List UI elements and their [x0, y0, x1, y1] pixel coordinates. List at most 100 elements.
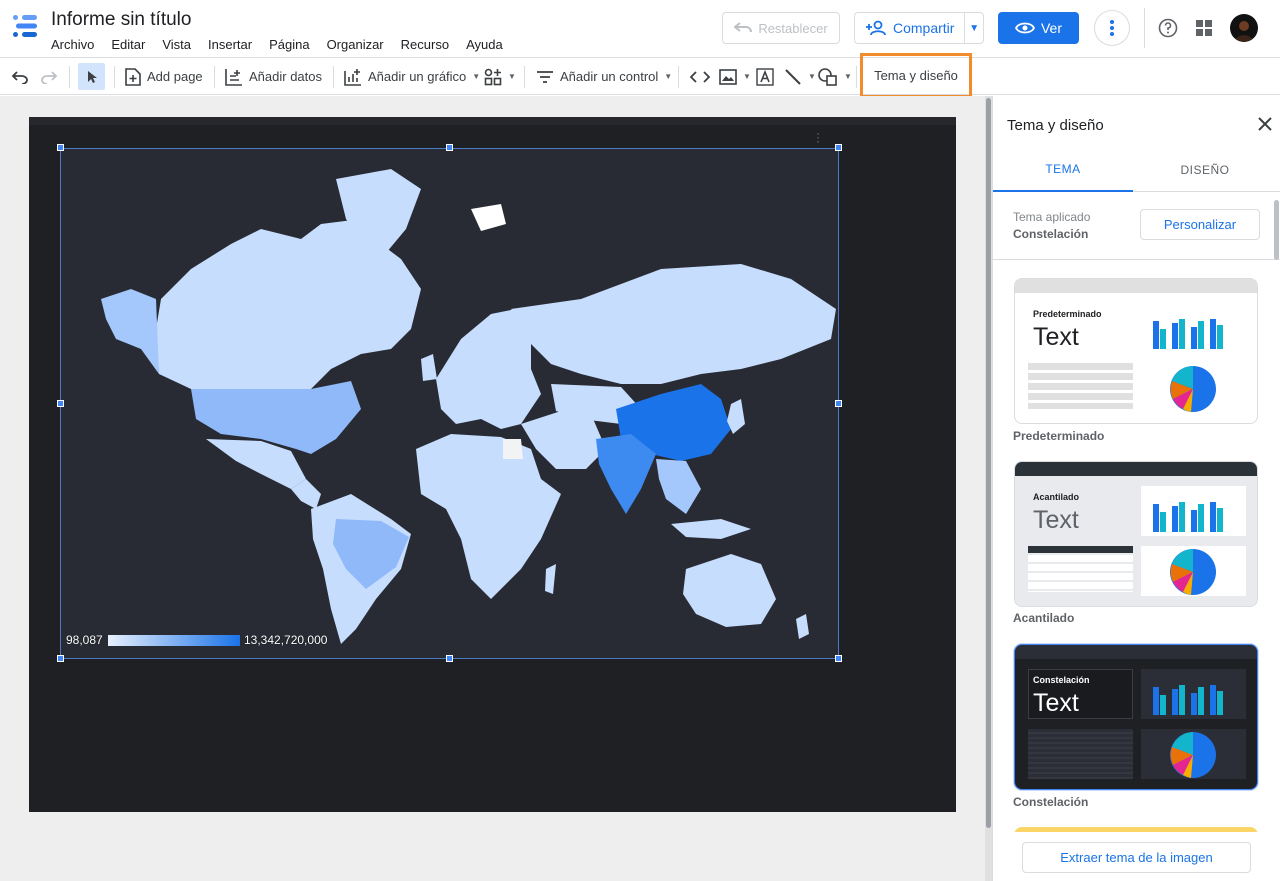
report-canvas[interactable]: · · · 98,087 13,342,720,000: [0, 96, 985, 881]
header-divider: [1144, 8, 1145, 48]
resize-handle[interactable]: [446, 655, 453, 662]
tab-diseno[interactable]: DISEÑO: [1135, 148, 1275, 192]
share-dropdown-icon[interactable]: ▼: [965, 23, 983, 34]
redo-icon: [41, 70, 58, 84]
view-label: Ver: [1040, 20, 1062, 36]
chart-menu-icon[interactable]: · · ·: [816, 127, 820, 147]
toolbar-divider: [333, 66, 334, 88]
resize-handle[interactable]: [446, 144, 453, 151]
customize-button[interactable]: Personalizar: [1140, 209, 1260, 240]
add-data-icon: [225, 68, 242, 86]
looker-studio-logo-icon[interactable]: [12, 14, 40, 38]
panel-title: Tema y diseño: [1007, 117, 1104, 134]
geo-map-chart[interactable]: [60, 148, 839, 659]
theme-card-header: [1015, 279, 1257, 293]
menu-recurso[interactable]: Recurso: [401, 37, 449, 52]
caret-down-icon: ▼: [844, 72, 852, 81]
menu-pagina[interactable]: Página: [269, 37, 309, 52]
theme-card-pie: [1170, 549, 1216, 595]
applied-theme-info: Tema aplicado Constelación: [1013, 209, 1090, 243]
add-data-button[interactable]: Añadir datos: [225, 58, 322, 95]
resize-handle[interactable]: [57, 400, 64, 407]
add-page-icon: [125, 67, 141, 86]
report-title[interactable]: Informe sin título: [51, 9, 191, 31]
menu-insertar[interactable]: Insertar: [208, 37, 252, 52]
redo-button[interactable]: [40, 58, 58, 95]
filter-icon: [537, 70, 553, 83]
panel-scrollbar-thumb[interactable]: [1274, 200, 1279, 260]
line-button[interactable]: ▼: [784, 58, 816, 95]
vertical-dots-icon: [1110, 20, 1114, 36]
theme-card-predeterminado[interactable]: Predeterminado Text: [1014, 278, 1258, 424]
map-region-madagascar: [545, 564, 556, 594]
add-chart-button[interactable]: Añadir un gráfico ▼: [344, 58, 480, 95]
resize-handle[interactable]: [57, 144, 64, 151]
share-main[interactable]: Compartir: [855, 13, 966, 43]
image-button[interactable]: ▼: [719, 58, 751, 95]
select-tool-button[interactable]: [78, 63, 105, 90]
toolbar-divider: [856, 66, 857, 88]
theme-card-acantilado[interactable]: Acantilado Text: [1014, 461, 1258, 607]
view-button[interactable]: Ver: [998, 12, 1079, 44]
map-region-southeast-asia: [656, 459, 701, 514]
share-button[interactable]: Compartir ▼: [854, 12, 984, 44]
add-page-button[interactable]: Add page: [125, 58, 203, 95]
theme-card-constelacion[interactable]: Constelación Text: [1014, 644, 1258, 790]
map-region-new-zealand: [796, 614, 809, 639]
theme-card-pie: [1170, 732, 1216, 778]
map-region-indonesia: [671, 519, 751, 539]
menu-ayuda[interactable]: Ayuda: [466, 37, 503, 52]
theme-card-header: [1015, 462, 1257, 476]
help-icon[interactable]: [1158, 18, 1178, 38]
report-header-band: [29, 117, 956, 125]
more-options-button[interactable]: [1094, 10, 1130, 46]
canvas-scrollbar-thumb[interactable]: [986, 98, 991, 828]
theme-name-constelacion: Constelación: [1013, 795, 1089, 809]
toolbar-divider: [524, 66, 525, 88]
extract-theme-button[interactable]: Extraer tema de la imagen: [1022, 842, 1251, 873]
resize-handle[interactable]: [835, 144, 842, 151]
theme-card-sample-text: Text: [1033, 689, 1079, 717]
apps-grid-icon[interactable]: [1196, 20, 1212, 36]
applied-theme-value: Constelación: [1013, 227, 1089, 241]
tab-tema[interactable]: TEMA: [993, 148, 1133, 192]
theme-layout-panel: Tema y diseño TEMA DISEÑO Tema aplicado …: [992, 96, 1280, 881]
theme-card-table: [1028, 546, 1133, 592]
map-legend-min: 98,087: [66, 633, 103, 647]
panel-tabs: TEMA DISEÑO: [993, 148, 1280, 192]
panel-divider: [993, 259, 1280, 260]
community-viz-button[interactable]: ▼: [484, 58, 516, 95]
embed-url-button[interactable]: [690, 58, 710, 95]
shape-button[interactable]: ▼: [818, 58, 852, 95]
add-person-icon: [866, 20, 886, 36]
theme-card-table: [1028, 729, 1133, 779]
add-chart-label: Añadir un gráfico: [368, 69, 467, 84]
add-control-button[interactable]: Añadir un control ▼: [536, 58, 672, 95]
theme-layout-button[interactable]: Tema y diseño: [860, 53, 972, 98]
map-region-alaska: [101, 289, 159, 374]
menu-organizar[interactable]: Organizar: [327, 37, 384, 52]
text-box-button[interactable]: [756, 58, 774, 95]
applied-theme-label: Tema aplicado: [1013, 210, 1091, 224]
menu-vista[interactable]: Vista: [162, 37, 191, 52]
toolbar-divider: [214, 66, 215, 88]
resize-handle[interactable]: [835, 655, 842, 662]
theme-card-bars: [1153, 315, 1224, 349]
menu-archivo[interactable]: Archivo: [51, 37, 94, 52]
caret-down-icon: ▼: [743, 72, 751, 81]
map-region-svalbard: [471, 204, 506, 231]
share-label: Compartir: [893, 20, 955, 36]
theme-card-sample-text: Text: [1033, 506, 1079, 534]
theme-card-bars: [1153, 681, 1224, 715]
caret-down-icon: ▼: [808, 72, 816, 81]
resize-handle[interactable]: [57, 655, 64, 662]
menu-bar: Archivo Editar Vista Insertar Página Org…: [51, 37, 520, 52]
theme-name-acantilado: Acantilado: [1013, 611, 1075, 625]
close-icon[interactable]: [1255, 114, 1275, 134]
resize-handle[interactable]: [835, 400, 842, 407]
user-avatar[interactable]: [1230, 14, 1258, 42]
theme-card-header: [1015, 645, 1257, 659]
undo-button[interactable]: [11, 58, 29, 95]
reset-button[interactable]: Restablecer: [722, 12, 840, 44]
menu-editar[interactable]: Editar: [111, 37, 145, 52]
